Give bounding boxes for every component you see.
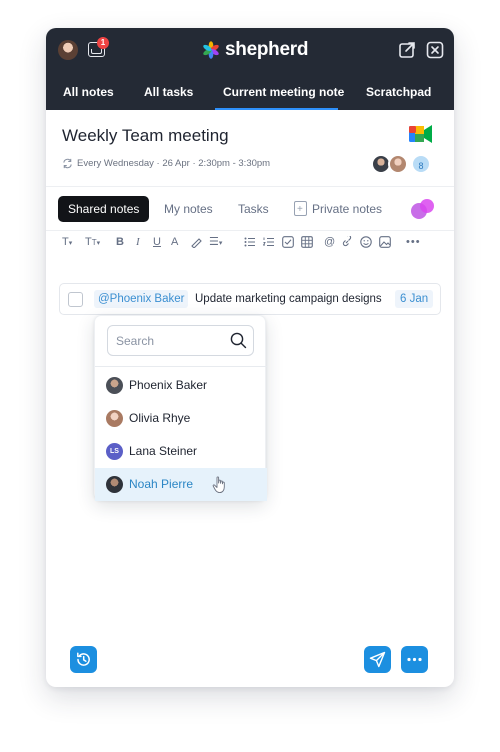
task-row[interactable]: @Phoenix Baker Update marketing campaign… [59,283,441,315]
tab-my-notes[interactable]: My notes [164,196,213,222]
bold-icon[interactable]: B [116,234,124,250]
more-horizontal-icon [407,657,422,662]
schedule-text: Every Wednesday · 26 Apr · 2:30pm - 3:30… [77,158,271,169]
tab-tasks[interactable]: Tasks [238,196,269,222]
task-checkbox[interactable] [68,292,83,307]
person-name: Olivia Rhye [129,411,191,425]
numbered-list-icon[interactable] [263,236,275,248]
avatar [106,410,123,427]
user-avatar[interactable] [58,40,78,60]
attendee-avatar [388,154,408,174]
brand-name: shepherd [225,39,309,60]
mention-icon[interactable]: @ [324,234,335,250]
tab-current-meeting-note[interactable]: Current meeting note [223,85,344,99]
attendee-count-badge: 8 [411,154,431,174]
text-color-icon[interactable]: A [171,234,178,250]
shepherd-logo-icon [203,41,219,59]
person-name: Lana Steiner [129,444,198,458]
history-icon [77,652,90,666]
formatting-toolbar: T▾ TT▾ B I U A ☰▾ @ ••• [58,234,442,250]
person-name: Noah Pierre [129,477,194,491]
avatar [106,476,123,493]
mention-option-lana-steiner[interactable]: LS Lana Steiner [95,435,267,468]
table-icon[interactable] [301,236,313,248]
mention-option-olivia-rhye[interactable]: Olivia Rhye [95,402,267,435]
task-due-date[interactable]: 6 Jan [395,290,434,308]
shepherd-panel: 1 shepherd All notes All tasks Current m… [46,28,454,687]
bullet-list-icon[interactable] [244,236,256,248]
ai-assistant-icon[interactable] [410,198,436,220]
send-icon [369,651,386,668]
add-document-icon [294,197,307,223]
main-tabs: All notes All tasks Current meeting note… [46,72,454,110]
tab-all-notes[interactable]: All notes [63,85,114,99]
meeting-title[interactable]: Weekly Team meeting [62,126,229,146]
more-icon[interactable]: ••• [406,234,421,250]
emoji-icon[interactable] [360,236,372,248]
close-icon[interactable] [426,41,444,59]
history-button[interactable] [70,646,97,673]
private-notes-label: Private notes [312,202,383,216]
more-options-button[interactable] [401,646,428,673]
underline-icon[interactable]: U [153,234,161,250]
text-style-icon[interactable]: T▾ [62,234,72,252]
mention-option-phoenix-baker[interactable]: Phoenix Baker [95,369,267,402]
align-icon[interactable]: ☰▾ [209,234,222,252]
search-icon [230,332,247,349]
hand-pointer-icon [212,476,225,494]
meeting-schedule: Every Wednesday · 26 Apr · 2:30pm - 3:30… [62,158,270,169]
recurring-icon [63,158,72,169]
header-bar: 1 shepherd [46,28,454,72]
image-icon[interactable] [379,236,391,248]
link-icon[interactable] [341,236,353,248]
checklist-icon[interactable] [282,236,294,248]
divider [46,230,454,231]
highlight-icon[interactable] [190,236,202,248]
inbox-badge: 1 [97,37,109,49]
mention-dropdown: Phoenix Baker Olivia Rhye LS Lana Steine… [94,315,267,501]
avatar-initials: LS [106,443,123,460]
shepherd-logo: shepherd [202,38,308,62]
divider [95,366,267,367]
avatar [106,377,123,394]
task-mention[interactable]: @Phoenix Baker [94,290,189,308]
task-text[interactable]: Update marketing campaign designs [195,290,382,308]
person-name: Phoenix Baker [129,378,208,392]
tab-shared-notes[interactable]: Shared notes [58,196,150,222]
text-size-icon[interactable]: TT▾ [85,234,100,252]
open-external-icon[interactable] [398,41,416,59]
tab-all-tasks[interactable]: All tasks [144,85,193,99]
tab-scratchpad[interactable]: Scratchpad [366,85,431,99]
send-button[interactable] [364,646,391,673]
tab-private-notes[interactable]: Private notes [294,196,383,223]
divider [46,186,454,187]
active-tab-indicator [215,108,338,110]
mention-option-noah-pierre[interactable]: Noah Pierre [95,468,267,501]
italic-icon[interactable]: I [136,234,140,250]
google-meet-icon[interactable] [409,124,433,144]
